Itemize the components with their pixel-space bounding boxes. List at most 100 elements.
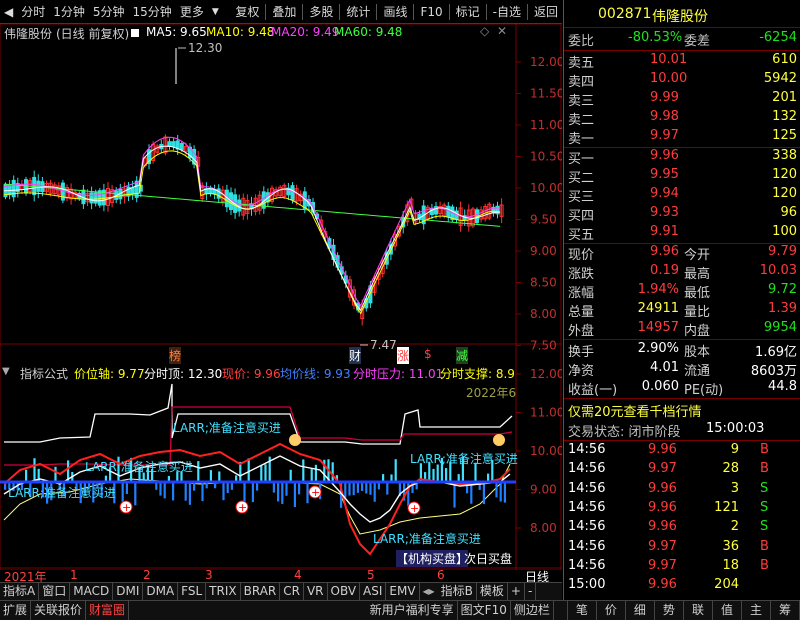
- tab-fsl[interactable]: FSL: [178, 583, 207, 600]
- tab-cr[interactable]: CR: [280, 583, 304, 600]
- tab-add[interactable]: +: [508, 583, 525, 600]
- price-axis-label: 11.00: [530, 118, 562, 132]
- toolbar-back[interactable]: 返回: [530, 0, 562, 24]
- stock-title: 伟隆股份: [4, 27, 53, 41]
- tab-remove[interactable]: -: [525, 583, 537, 600]
- indicator-note: LARR;准备注意买进: [373, 532, 481, 546]
- indicator-collapse-icon[interactable]: ▼: [2, 366, 10, 377]
- toolbar-diejia[interactable]: 叠加: [268, 0, 300, 24]
- tab-jia[interactable]: 价: [597, 601, 626, 620]
- svg-text:+: +: [410, 502, 419, 515]
- ask-label: 卖二: [568, 113, 595, 128]
- tab-bi[interactable]: 笔: [568, 601, 597, 620]
- indicator-tabs: 指标A 窗口 MACD DMI DMA FSL TRIX BRAR CR VR …: [0, 582, 562, 600]
- indicator-axis-label: 8.00: [530, 521, 557, 535]
- indicator-bar: [188, 482, 191, 505]
- event-marker-zhang[interactable]: 涨: [397, 347, 410, 364]
- tab-trix[interactable]: TRIX: [206, 583, 241, 600]
- indicator-bar: [134, 482, 137, 506]
- tab-indicator-a[interactable]: 指标A: [0, 583, 40, 600]
- toolbar-zixuan[interactable]: -自选: [489, 0, 525, 24]
- fundamental-label: 净资: [568, 364, 595, 379]
- event-marker-bang[interactable]: 榜: [169, 347, 182, 364]
- indicator-bar: [281, 482, 284, 504]
- tab-emv[interactable]: EMV: [386, 583, 420, 600]
- promo-row[interactable]: 仅需20元查看千档行情: [564, 401, 800, 420]
- indicator-name[interactable]: 指标公式: [20, 365, 68, 382]
- tick-volume: 18: [722, 557, 739, 573]
- indicator-item-4: 分时压力: 11.01: [353, 367, 444, 381]
- event-marker-dollar[interactable]: $: [424, 347, 432, 361]
- tick-volume: 9: [730, 442, 739, 457]
- toolbar-fenshi[interactable]: 分时: [17, 0, 49, 24]
- tab-vr[interactable]: VR: [304, 583, 328, 600]
- toolbar-fuquan[interactable]: 复权: [231, 0, 263, 24]
- tab-indicator-b[interactable]: 指标B: [438, 583, 477, 600]
- tick-time: 14:56: [568, 519, 606, 535]
- chart-options-icon[interactable]: [131, 29, 139, 37]
- indicator-bar: [33, 458, 36, 482]
- tab-obv[interactable]: OBV: [328, 583, 361, 600]
- svg-text:+: +: [311, 486, 320, 499]
- event-marker-jian[interactable]: 减: [456, 347, 469, 364]
- indicator-bar: [436, 464, 439, 482]
- tab-window[interactable]: 窗口: [39, 583, 71, 600]
- indicator-bar: [125, 482, 128, 495]
- tab-template[interactable]: 模板: [477, 583, 508, 600]
- fundamental-row: 换手 2.90% 股本 1.69亿: [564, 341, 800, 360]
- toolbar-biaoji[interactable]: 标记: [452, 0, 484, 24]
- ask-label: 卖五: [568, 56, 595, 71]
- toolbar-huaxian[interactable]: 画线: [379, 0, 411, 24]
- tabs-scroll-icon[interactable]: ◂▸: [420, 583, 438, 600]
- tab-dma[interactable]: DMA: [143, 583, 179, 600]
- tab-dmi[interactable]: DMI: [113, 583, 144, 600]
- more-dropdown-icon[interactable]: ▼: [208, 7, 223, 17]
- indicator-bar: [197, 461, 200, 482]
- toolbar-5min[interactable]: 5分钟: [89, 0, 129, 24]
- tab-xi[interactable]: 细: [626, 601, 655, 620]
- bid-row: 买一 9.96 338: [564, 148, 800, 167]
- stat-label: 今开: [684, 248, 711, 263]
- tick-time: 14:56: [568, 461, 606, 477]
- tick-row: 14:56 9.96 121 S: [564, 500, 800, 519]
- stat-label: 量比: [684, 305, 711, 320]
- tab-chou[interactable]: 筹: [771, 601, 800, 620]
- stat-value: 0.19: [650, 263, 679, 278]
- promo-text[interactable]: 仅需20元查看千档行情: [568, 401, 702, 420]
- tab-lian[interactable]: 联: [684, 601, 713, 620]
- tab-zhu[interactable]: 主: [742, 601, 771, 620]
- event-marker-cai[interactable]: 财: [349, 347, 362, 364]
- indicator-axis: 12.00 11.00 10.00 9.00 8.00: [516, 367, 564, 535]
- tick-row: 14:56 9.96 2 S: [564, 519, 800, 538]
- toolbar-tongji[interactable]: 统计: [342, 0, 374, 24]
- tab-sidebar[interactable]: 侧边栏: [511, 601, 554, 620]
- diamond-icon[interactable]: ◇: [480, 24, 489, 38]
- tick-row: 14:56 9.96 9 B: [564, 442, 800, 461]
- indicator-bar: [453, 482, 456, 508]
- tab-macd[interactable]: MACD: [70, 583, 114, 600]
- tab-related-quotes[interactable]: 关联报价: [31, 601, 87, 620]
- tab-asi[interactable]: ASI: [360, 583, 387, 600]
- indicator-note: LARR;准备注意买进: [410, 452, 518, 466]
- ask-row: 卖三 9.99 201: [564, 90, 800, 109]
- toolbar-more[interactable]: 更多: [176, 0, 208, 24]
- tab-brar[interactable]: BRAR: [241, 583, 281, 600]
- tab-new-user[interactable]: 新用户福利专享: [367, 601, 458, 620]
- bid-label: 买一: [568, 152, 595, 167]
- fundamental-value: 2.90%: [637, 341, 679, 356]
- toolbar-duogu[interactable]: 多股: [305, 0, 337, 24]
- tick-time: 14:56: [568, 480, 606, 496]
- tab-shi[interactable]: 势: [655, 601, 684, 620]
- back-arrow-icon[interactable]: ◀: [0, 5, 17, 19]
- kline-chart-area[interactable]: 12.00 11.50 11.00 10.50 10.00 9.50 9.00 8.50 8.0…: [0, 23, 564, 584]
- tab-f10[interactable]: 图文F10: [458, 601, 511, 620]
- stat-label: 总量: [568, 305, 595, 320]
- toolbar-1min[interactable]: 1分钟: [49, 0, 89, 24]
- tab-wealth-circle[interactable]: 财富圈: [86, 601, 130, 620]
- tab-expand[interactable]: 扩展: [0, 601, 32, 620]
- toolbar-f10[interactable]: F10: [416, 0, 446, 24]
- indicator-bar: [260, 465, 263, 482]
- close-icon[interactable]: ✕: [497, 24, 507, 38]
- toolbar-15min[interactable]: 15分钟: [129, 0, 176, 24]
- tab-zhi[interactable]: 值: [713, 601, 742, 620]
